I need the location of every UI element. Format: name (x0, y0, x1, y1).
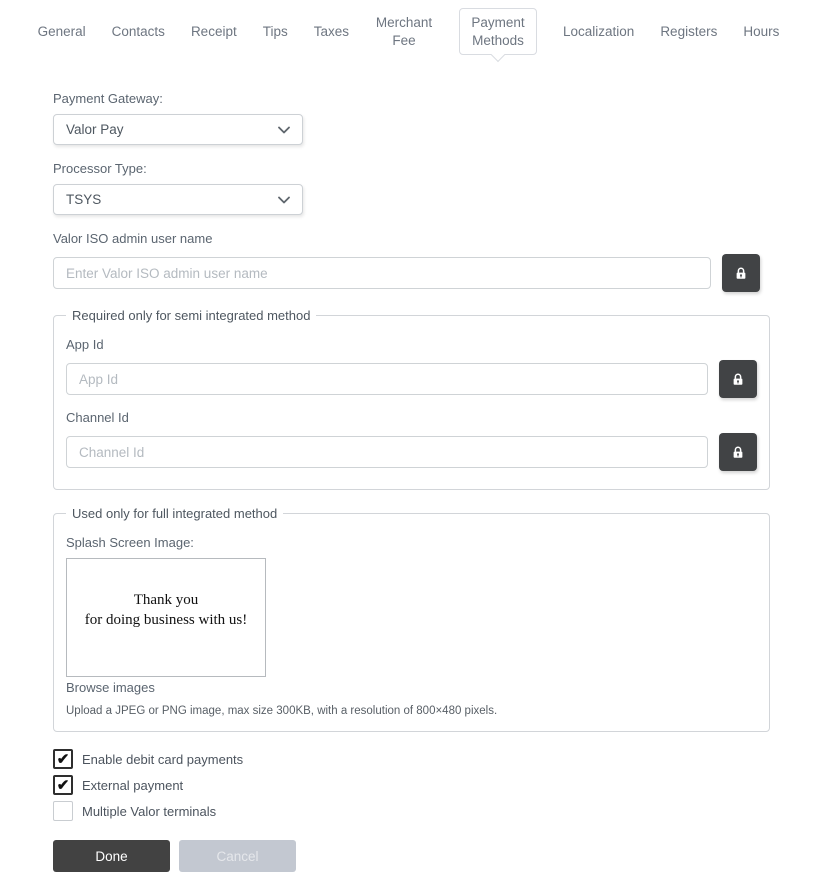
enable-debit-card-checkbox[interactable]: ✔ (53, 749, 73, 770)
external-payment-row[interactable]: ✔ External payment (53, 775, 770, 796)
channel-id-lock-button[interactable] (719, 433, 757, 472)
enable-debit-card-label: Enable debit card payments (82, 751, 244, 767)
tab-payment-methods-label: Payment Methods (471, 15, 525, 48)
payment-gateway-label: Payment Gateway: (53, 91, 163, 107)
payment-gateway-select[interactable]: Valor Pay (53, 114, 303, 146)
tab-taxes[interactable]: Taxes (314, 23, 349, 41)
app-id-input[interactable] (66, 363, 708, 396)
lock-icon (736, 267, 746, 279)
settings-tabbar: General Contacts Receipt Tips Taxes Merc… (0, 0, 817, 63)
channel-id-label: Channel Id (66, 410, 129, 426)
tab-localization[interactable]: Localization (563, 23, 634, 41)
cancel-button[interactable]: Cancel (179, 840, 296, 872)
app-id-lock-button[interactable] (719, 360, 757, 399)
checkmark-icon: ✔ (56, 750, 70, 768)
external-payment-checkbox[interactable]: ✔ (53, 775, 73, 796)
checkmark-icon: ✔ (56, 776, 70, 794)
active-tab-caret (490, 48, 506, 63)
tab-merchant-fee[interactable]: Merchant Fee (375, 14, 433, 49)
tab-general[interactable]: General (38, 23, 86, 41)
valor-iso-lock-button[interactable] (722, 254, 760, 293)
lock-icon (733, 373, 743, 385)
done-button[interactable]: Done (53, 840, 170, 872)
multiple-valor-terminals-label: Multiple Valor terminals (82, 803, 217, 819)
lock-icon (733, 446, 743, 458)
channel-id-row (66, 433, 757, 472)
tab-tips[interactable]: Tips (263, 23, 288, 41)
processor-type-select[interactable]: TSYS (53, 184, 303, 216)
multiple-valor-terminals-checkbox[interactable]: ✔ (53, 801, 73, 822)
splash-screen-label: Splash Screen Image: (66, 535, 194, 551)
chevron-down-icon (278, 196, 290, 203)
valor-iso-user-input[interactable] (53, 257, 711, 290)
tab-hours[interactable]: Hours (743, 23, 779, 41)
processor-type-value: TSYS (66, 192, 102, 208)
tab-payment-methods[interactable]: Payment Methods (459, 8, 538, 63)
semi-integrated-group: Required only for semi integrated method… (53, 308, 770, 491)
splash-text-line1: Thank you (133, 591, 199, 608)
enable-debit-card-row[interactable]: ✔ Enable debit card payments (53, 749, 770, 770)
valor-iso-user-label: Valor ISO admin user name (53, 231, 213, 247)
app-id-label: App Id (66, 337, 104, 353)
tab-receipt[interactable]: Receipt (191, 23, 237, 41)
tab-contacts[interactable]: Contacts (112, 23, 165, 41)
semi-integrated-legend: Required only for semi integrated method (72, 308, 311, 324)
tab-registers[interactable]: Registers (660, 23, 717, 41)
processor-type-label: Processor Type: (53, 161, 147, 177)
valor-iso-user-row (53, 254, 760, 293)
browse-images-link[interactable]: Browse images (66, 680, 757, 695)
splash-text-line2: for doing business with us! (84, 611, 248, 628)
full-integrated-legend: Used only for full integrated method (72, 506, 278, 522)
multiple-valor-terminals-row[interactable]: ✔ Multiple Valor terminals (53, 801, 770, 822)
full-integrated-group: Used only for full integrated method Spl… (53, 506, 770, 733)
payment-options: ✔ Enable debit card payments ✔ External … (53, 749, 770, 822)
form-actions: Done Cancel (53, 840, 770, 872)
payment-methods-panel: Payment Gateway: Valor Pay Processor Typ… (53, 91, 770, 872)
channel-id-input[interactable] (66, 436, 708, 469)
external-payment-label: External payment (82, 777, 184, 793)
splash-screen-preview: Thank you for doing business with us! (66, 558, 266, 678)
app-id-row (66, 360, 757, 399)
chevron-down-icon (278, 126, 290, 133)
upload-note: Upload a JPEG or PNG image, max size 300… (66, 705, 498, 718)
payment-gateway-value: Valor Pay (66, 122, 124, 138)
